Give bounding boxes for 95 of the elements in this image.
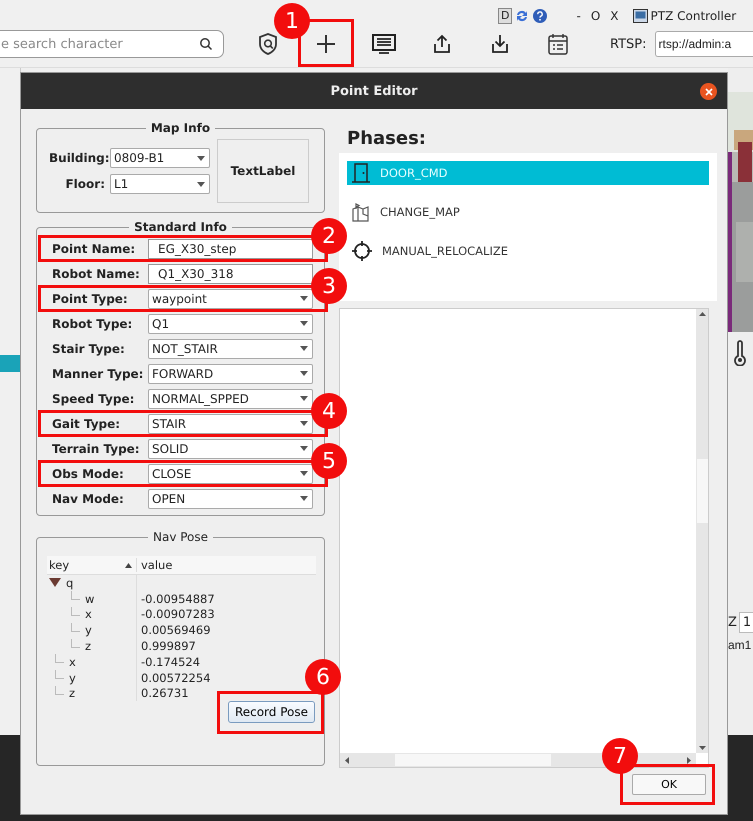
dropdown[interactable]: waypoint xyxy=(148,288,313,308)
dropdown-arrow-icon xyxy=(300,396,308,401)
group-title: Map Info xyxy=(150,121,212,135)
field-label: Point Type: xyxy=(52,292,129,306)
collapse-arrow-icon[interactable] xyxy=(49,578,61,588)
door-icon xyxy=(352,163,370,183)
scroll-down-icon[interactable] xyxy=(698,746,706,750)
status-letter-icon: D xyxy=(498,8,512,24)
dropdown[interactable]: SOLID xyxy=(148,438,313,458)
field-label: Floor: xyxy=(64,177,105,191)
dropdown-arrow-icon xyxy=(300,296,308,301)
column-header[interactable]: key xyxy=(47,558,137,572)
callout-badge: 2 xyxy=(311,218,347,254)
picture-window-icon xyxy=(632,9,648,23)
dropdown[interactable]: NOT_STAIR xyxy=(148,338,313,358)
scrollbar-thumb[interactable] xyxy=(696,459,708,523)
dropdown[interactable]: CLOSE xyxy=(148,464,313,484)
tree-value: -0.174524 xyxy=(140,654,200,669)
window-control[interactable]: - xyxy=(576,9,581,23)
phases-title: Phases: xyxy=(347,128,427,149)
help-icon xyxy=(532,8,548,24)
dropdown-arrow-icon xyxy=(300,421,308,426)
tree-value: 0.999897 xyxy=(140,639,196,654)
dropdown-arrow-icon xyxy=(300,471,308,476)
dropdown[interactable]: Q1 xyxy=(148,314,313,334)
tree-value: -0.00954887 xyxy=(140,592,215,606)
dropdown-arrow-icon xyxy=(300,371,308,376)
field-label: Nav Mode: xyxy=(52,492,125,506)
field-label: Terrain Type: xyxy=(52,442,141,456)
map-icon xyxy=(352,202,370,222)
tree-value: -0.00907283 xyxy=(140,607,215,622)
sort-arrow-icon[interactable] xyxy=(125,562,132,568)
text-label: TextLabel xyxy=(217,139,309,203)
tree-key[interactable]: w xyxy=(85,592,94,606)
dropdown[interactable]: STAIR xyxy=(148,414,313,434)
tree-key[interactable]: x xyxy=(85,607,92,622)
phase-item[interactable]: CHANGE_MAP xyxy=(347,200,709,224)
scroll-up-icon[interactable] xyxy=(698,312,706,316)
tree-key[interactable]: x xyxy=(69,654,76,669)
field-label: Gait Type: xyxy=(52,416,122,430)
group-title: Standard Info xyxy=(133,220,228,234)
dropdown-arrow-icon xyxy=(197,182,205,186)
window-title: Point Editor xyxy=(330,84,418,98)
callout-badge: 3 xyxy=(311,268,347,304)
field-label: Robot Type: xyxy=(52,316,134,330)
dropdown-arrow-icon xyxy=(300,346,308,351)
tree-value: 0.26731 xyxy=(140,686,189,700)
text-field[interactable]: Q1_X30_318 xyxy=(148,264,313,284)
dropdown-arrow-icon xyxy=(300,446,308,451)
z-label: Z xyxy=(728,615,737,630)
callout-badge: 6 xyxy=(305,659,341,696)
phase-item[interactable]: MANUAL_RELOCALIZE xyxy=(347,239,709,263)
field-label: Obs Mode: xyxy=(52,466,125,480)
rtsp-label: RTSP: xyxy=(610,36,646,52)
tree-key[interactable]: z xyxy=(85,639,92,654)
dropdown-arrow-icon xyxy=(197,156,205,160)
z-field[interactable]: 1 xyxy=(738,612,753,633)
search-icon xyxy=(199,37,213,51)
field-label: Point Name: xyxy=(52,242,136,256)
field-label: Manner Type: xyxy=(52,366,144,380)
building-dropdown[interactable]: 0809-B1 xyxy=(110,148,210,168)
selection-bar xyxy=(0,355,20,372)
tree-key[interactable]: q xyxy=(66,576,74,590)
tree-key[interactable]: y xyxy=(85,623,92,638)
floor-dropdown[interactable]: L1 xyxy=(110,174,210,194)
column-header[interactable]: value xyxy=(137,558,176,572)
ptz-title: PTZ Controller xyxy=(650,9,736,23)
search-field[interactable]: e search character xyxy=(0,30,224,58)
ok-button[interactable]: OK xyxy=(632,774,706,795)
dropdown[interactable]: OPEN xyxy=(148,488,313,508)
thermometer-icon xyxy=(733,340,747,366)
scroll-left-icon[interactable] xyxy=(345,756,349,764)
window-control[interactable]: X xyxy=(610,9,619,23)
dropdown[interactable]: FORWARD xyxy=(148,364,313,384)
tree-value: 0.00569469 xyxy=(140,623,211,638)
dropdown[interactable]: NORMAL_SPPED xyxy=(148,388,313,408)
field-label: Robot Name: xyxy=(52,266,141,280)
rtsp-field[interactable]: rtsp://admin:a xyxy=(654,31,753,57)
dropdown-arrow-icon xyxy=(300,321,308,326)
scroll-right-icon[interactable] xyxy=(687,756,691,764)
group-title: Nav Pose xyxy=(152,530,210,544)
scrollbar-thumb[interactable] xyxy=(395,754,551,766)
window-control[interactable]: O xyxy=(590,9,600,23)
tree-value: 0.00572254 xyxy=(140,670,211,685)
text-field[interactable]: EG_X30_step xyxy=(148,238,313,258)
callout-badge: 1 xyxy=(274,3,310,39)
tree-key[interactable]: y xyxy=(69,670,76,685)
camera-label: am1 xyxy=(728,638,752,652)
tree-key[interactable]: z xyxy=(69,686,76,700)
close-icon[interactable] xyxy=(700,83,717,100)
crosshair-icon xyxy=(352,241,372,261)
record-pose-button[interactable]: Record Pose xyxy=(228,701,315,724)
field-label: Stair Type: xyxy=(52,342,126,356)
dropdown-arrow-icon xyxy=(300,496,308,501)
field-label: Speed Type: xyxy=(52,392,136,406)
